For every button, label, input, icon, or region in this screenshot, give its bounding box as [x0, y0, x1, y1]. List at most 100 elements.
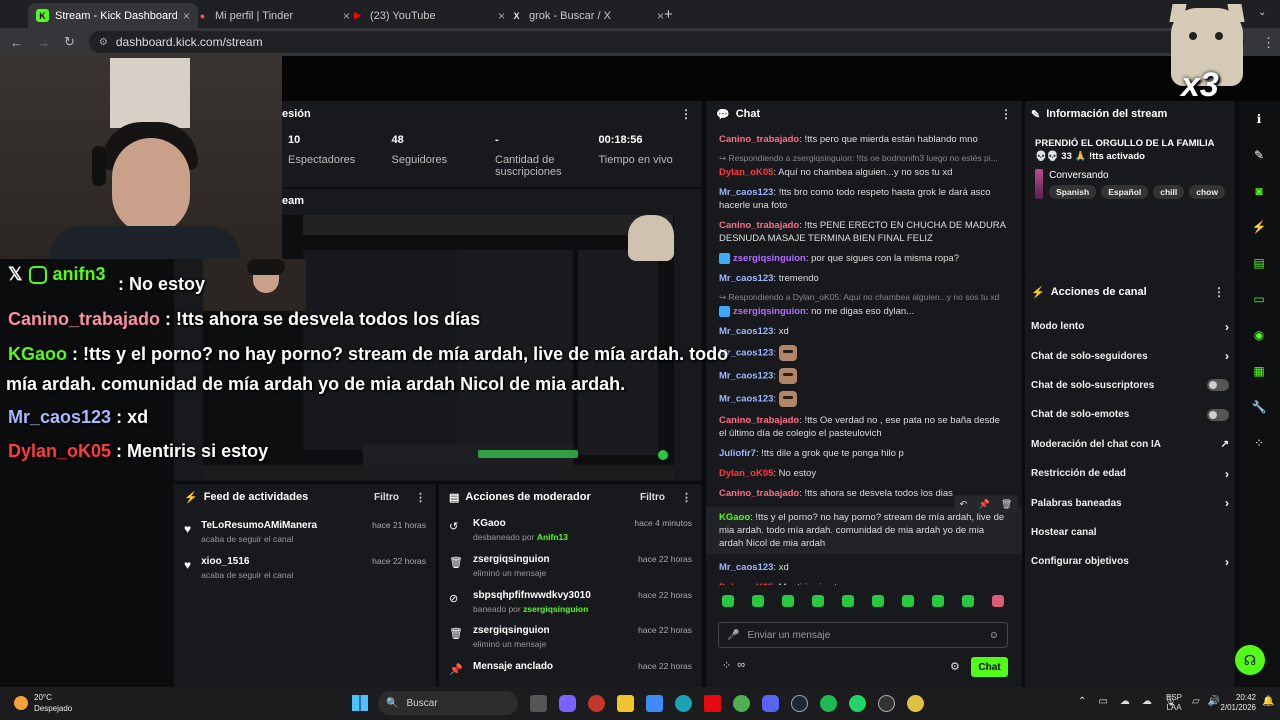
emote-icon[interactable] [962, 595, 974, 607]
site-info-icon[interactable]: ⚙ [99, 37, 108, 48]
browser-tab[interactable]: ● Mi perfil | Tinder × [188, 3, 358, 28]
emote-icon[interactable] [722, 595, 734, 607]
mod-action-name[interactable]: KGaoo [473, 518, 568, 529]
broadcast-icon[interactable]: ◉ [1238, 317, 1280, 353]
chat-username[interactable]: Dylan_oK05 [719, 468, 773, 479]
mod-menu-icon[interactable]: ⋮ [681, 491, 692, 504]
emote-icon[interactable] [902, 595, 914, 607]
channel-action-item[interactable]: Configurar objetivos › [1025, 547, 1235, 576]
stream-tag[interactable]: chill [1153, 185, 1185, 199]
chat-message[interactable]: Juliofir7: !tts dile a grok que te ponga… [706, 447, 1022, 460]
layout-icon[interactable]: ▦ [1238, 353, 1280, 389]
wrench-icon[interactable]: 🔧 [1238, 389, 1280, 425]
browser-tab[interactable]: Xgrok - Buscar / X × [502, 3, 672, 28]
chat-message[interactable]: Mr_caos123: [706, 391, 1022, 407]
emote-icon[interactable] [872, 595, 884, 607]
chat-message[interactable]: Mr_caos123: xd [706, 325, 1022, 338]
channel-action-item[interactable]: Chat de solo-seguidores › [1025, 341, 1235, 370]
chat-menu-icon[interactable]: ⋮ [1000, 107, 1012, 121]
chat-username[interactable]: zsergiqsinguion [733, 253, 806, 264]
edit-icon[interactable]: ✎ [1238, 137, 1280, 173]
toggle-switch[interactable] [1207, 379, 1229, 392]
mod-action-name[interactable]: zsergiqsinguion [473, 625, 550, 636]
channel-action-item[interactable]: Hostear canal [1025, 518, 1235, 547]
chat-username[interactable]: Canino_trabajado [719, 415, 799, 426]
support-button[interactable]: ☊ [1235, 645, 1265, 675]
edge-icon[interactable] [675, 695, 692, 712]
chat-username[interactable]: Mr_caos123 [719, 562, 773, 573]
channel-action-item[interactable]: Modo lento › [1025, 312, 1235, 341]
chat-message[interactable]: Mr_caos123: xd [706, 561, 1022, 574]
chat-message[interactable]: Mr_caos123: tremendo [706, 272, 1022, 285]
tray-icon[interactable]: ☁ [1142, 696, 1152, 707]
chat-username[interactable]: KGaoo [719, 512, 750, 523]
emote-icon[interactable] [932, 595, 944, 607]
browser-menu-icon[interactable]: ⋮ [1262, 35, 1275, 51]
emote-icon[interactable] [752, 595, 764, 607]
tray-chevron-icon[interactable]: ⌃ [1078, 696, 1086, 707]
channel-action-item[interactable]: Chat de solo-emotes [1025, 400, 1235, 429]
chat-username[interactable]: Mr_caos123 [719, 371, 773, 382]
users-icon[interactable]: ⁘ [722, 659, 731, 672]
close-tab-icon[interactable]: × [657, 9, 664, 23]
dots-icon[interactable]: ⁘ [1238, 425, 1280, 461]
start-button[interactable] [352, 695, 368, 711]
tray-icon[interactable]: ☁ [1120, 696, 1130, 707]
mod-filter-button[interactable]: Filtro [640, 492, 665, 503]
reload-icon[interactable]: ↻ [64, 34, 75, 50]
infinity-icon[interactable]: ∞ [737, 659, 745, 672]
netflix-icon[interactable] [704, 695, 721, 712]
notification-icon[interactable]: 🔔 [1262, 696, 1274, 707]
mic-icon[interactable]: 🎤 [727, 630, 739, 641]
document-icon[interactable]: ▤ [1238, 245, 1280, 281]
chat-username[interactable]: Dylan_oK05 [719, 167, 773, 178]
activity-user[interactable]: TeLoResumoAMiManera [201, 520, 317, 531]
mod-action-name[interactable]: Mensaje anclado [473, 661, 553, 672]
chrome-icon[interactable] [733, 695, 750, 712]
channel-action-item[interactable]: Moderación del chat con IA ↗ [1025, 430, 1235, 459]
toggle-switch[interactable] [1207, 408, 1229, 421]
mod-action-name[interactable]: sbpsqhpfifnwwdkvy3010 [473, 590, 591, 601]
chat-message[interactable]: zsergiqsinguion: no me digas eso dylan..… [706, 305, 1022, 318]
chat-message[interactable]: Dylan_oK05: Aquí no chambea alguien...y … [706, 166, 1022, 179]
emote-icon[interactable] [782, 595, 794, 607]
app-icon[interactable] [588, 695, 605, 712]
chat-tool-icon[interactable]: ▭ [1238, 281, 1280, 317]
chat-username[interactable]: Mr_caos123 [719, 326, 773, 337]
tab-search-icon[interactable]: ⌄ [1258, 7, 1266, 18]
back-icon[interactable]: ← [10, 35, 23, 50]
activity-filter-button[interactable]: Filtro [374, 492, 399, 503]
pin-icon[interactable]: 📌 [978, 499, 989, 510]
delete-icon[interactable]: 🗑 [1001, 499, 1012, 510]
chat-message[interactable]: Dylan_oK05: No estoy [706, 467, 1022, 480]
copilot-icon[interactable] [559, 695, 576, 712]
chat-message[interactable]: zsergiqsinguion: por que sigues con la m… [706, 252, 1022, 265]
chat-username[interactable]: zsergiqsinguion [733, 306, 806, 317]
store-icon[interactable] [646, 695, 663, 712]
info-icon[interactable]: ℹ [1238, 101, 1280, 137]
emoji-icon[interactable]: ☺ [989, 630, 999, 641]
wifi-icon[interactable]: ▱ [1192, 696, 1200, 707]
bolt-tool-icon[interactable]: ⚡ [1238, 209, 1280, 245]
browser-tab[interactable]: K Stream - Kick Dashboard × [28, 3, 198, 28]
chat-username[interactable]: Mr_caos123 [719, 273, 773, 284]
stream-tag[interactable]: Español [1101, 185, 1149, 199]
steam-icon[interactable] [791, 695, 808, 712]
mod-action-by[interactable]: Anifn13 [537, 532, 568, 542]
obs-icon[interactable] [878, 695, 895, 712]
chat-username[interactable]: Juliofir7 [719, 448, 756, 459]
chat-username[interactable]: Canino_trabajado [719, 134, 799, 145]
activity-menu-icon[interactable]: ⋮ [415, 491, 426, 504]
mod-action-by[interactable]: zsergiqsinguion [523, 604, 588, 614]
actions-menu-icon[interactable]: ⋮ [1213, 285, 1225, 299]
new-tab-button[interactable]: + [664, 6, 673, 23]
lang-indicator[interactable]: ESP [1166, 693, 1182, 703]
emote-icon[interactable] [842, 595, 854, 607]
chat-username[interactable]: Dylan_oK05 [719, 582, 773, 585]
activity-user[interactable]: xioo_1516 [201, 556, 293, 567]
chat-message[interactable]: Canino_trabajado: !tts PENE ERECTO EN CH… [706, 219, 1022, 245]
session-menu-icon[interactable]: ⋮ [680, 107, 692, 121]
browser-tab[interactable]: ▶ (23) YouTube × [343, 3, 513, 28]
chat-username[interactable]: Mr_caos123 [719, 394, 773, 405]
chat-username[interactable]: Mr_caos123 [719, 187, 773, 198]
